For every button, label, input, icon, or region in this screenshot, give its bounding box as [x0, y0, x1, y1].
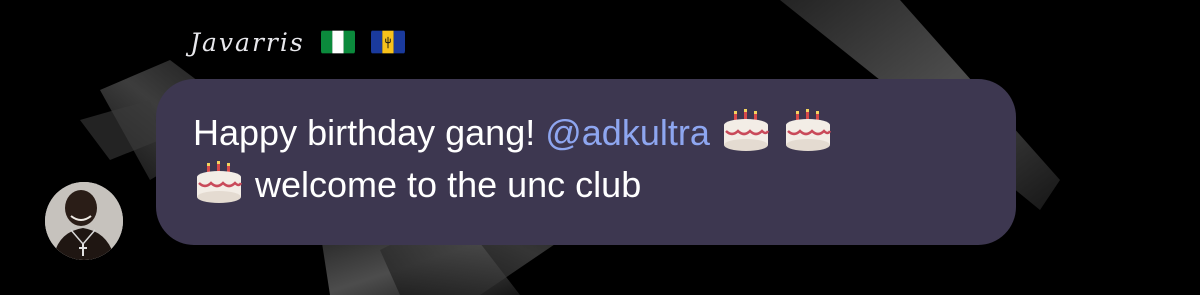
birthday-cake-icon — [720, 107, 772, 153]
message-text: Happy birthday gang! — [193, 112, 546, 153]
avatar[interactable] — [45, 182, 123, 260]
message-line-2: welcome to the unc club — [193, 159, 980, 211]
birthday-cake-icon — [193, 159, 245, 205]
mention-link[interactable]: @adkultra — [545, 112, 710, 153]
chat-view: Javarris Happy birthday gang! @adkultra — [0, 0, 1200, 295]
birthday-cake-icon — [782, 107, 834, 153]
message-bubble[interactable]: Happy birthday gang! @adkultra welcome t… — [156, 79, 1016, 245]
sender-header: Javarris — [190, 24, 405, 60]
message-text-continued: welcome to the unc club — [245, 164, 642, 205]
sender-name[interactable]: Javarris — [190, 28, 305, 57]
avatar-image — [45, 182, 123, 260]
barbados-flag-icon — [370, 29, 405, 55]
nigeria-flag-icon — [320, 29, 355, 55]
message-line-1: Happy birthday gang! @adkultra — [193, 107, 980, 159]
